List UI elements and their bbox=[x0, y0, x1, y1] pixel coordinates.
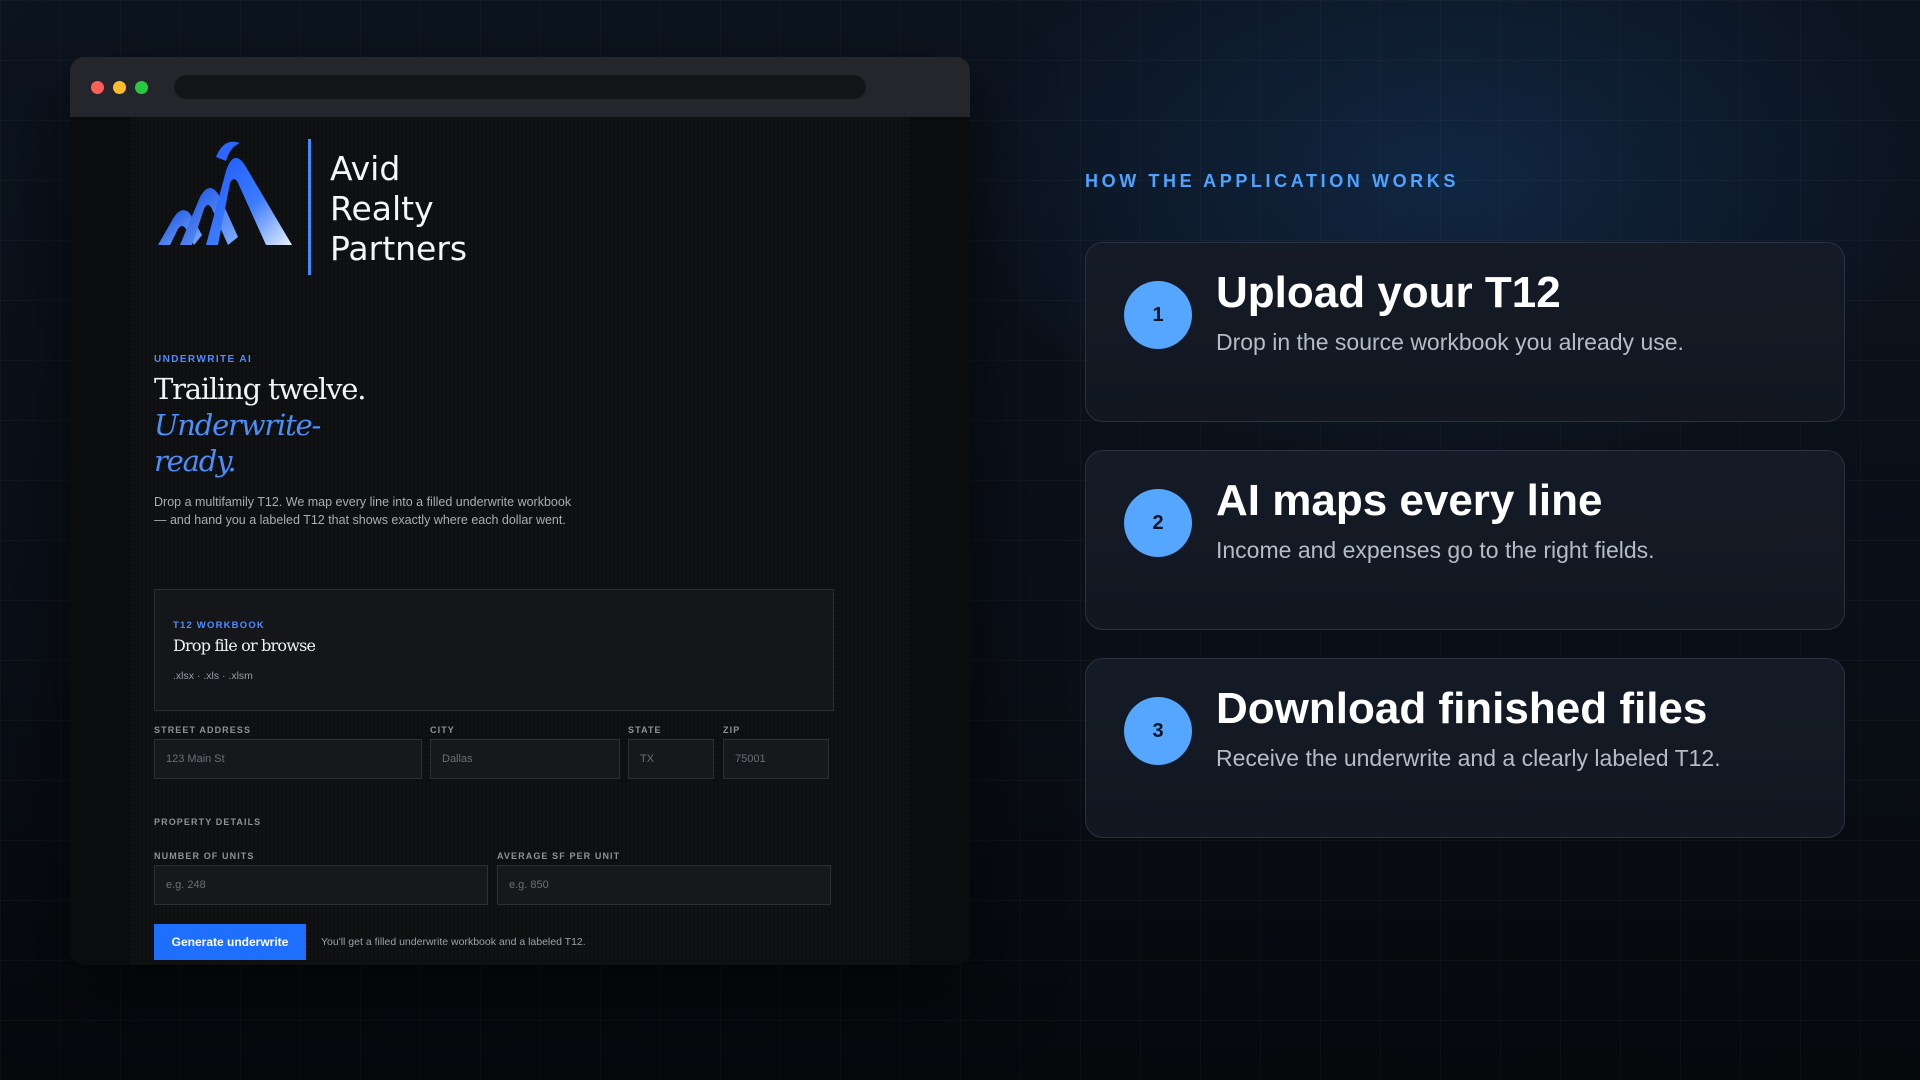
zip-input[interactable] bbox=[723, 739, 829, 779]
step-title: Download finished files bbox=[1216, 684, 1708, 733]
street-address-input[interactable] bbox=[154, 739, 422, 779]
hero-headline: Trailing twelve. Underwrite- ready. bbox=[154, 371, 366, 479]
step-title: Upload your T12 bbox=[1216, 268, 1561, 317]
address-bar[interactable] bbox=[174, 75, 866, 99]
brand-logo[interactable]: Avid Realty Partners bbox=[154, 137, 514, 277]
headline-accent-line: Underwrite- bbox=[154, 408, 321, 442]
logo-divider bbox=[308, 139, 311, 275]
city-label: CITY bbox=[430, 725, 455, 735]
stacked-chevron-logo-icon bbox=[158, 141, 292, 245]
step-number-badge: 3 bbox=[1124, 697, 1192, 765]
street-address-label: STREET ADDRESS bbox=[154, 725, 252, 735]
dropzone-title: Drop file or browse bbox=[173, 636, 316, 655]
brand-name-line: Realty bbox=[330, 189, 434, 228]
step-card: 2 AI maps every line Income and expenses… bbox=[1085, 450, 1845, 630]
brand-name: Avid Realty Partners bbox=[330, 149, 467, 269]
headline-line: Trailing twelve. bbox=[154, 372, 366, 406]
how-it-works-title: HOW THE APPLICATION WORKS bbox=[1085, 171, 1459, 191]
property-details-label: PROPERTY DETAILS bbox=[154, 817, 262, 827]
average-sf-input[interactable] bbox=[497, 865, 831, 905]
number-of-units-input[interactable] bbox=[154, 865, 488, 905]
dropzone-label: T12 WORKBOOK bbox=[173, 620, 265, 631]
headline-accent-line: ready. bbox=[154, 444, 237, 478]
close-window-button[interactable] bbox=[91, 81, 104, 94]
number-of-units-label: NUMBER OF UNITS bbox=[154, 851, 255, 861]
browser-viewport: Avid Realty Partners UNDERWRITE AI Trail… bbox=[70, 117, 970, 965]
app-page: Avid Realty Partners UNDERWRITE AI Trail… bbox=[130, 117, 910, 965]
browser-window: Avid Realty Partners UNDERWRITE AI Trail… bbox=[70, 57, 970, 965]
step-number-badge: 1 bbox=[1124, 281, 1192, 349]
zip-label: ZIP bbox=[723, 725, 741, 735]
step-description: Receive the underwrite and a clearly lab… bbox=[1216, 745, 1721, 771]
step-number-badge: 2 bbox=[1124, 489, 1192, 557]
step-title: AI maps every line bbox=[1216, 476, 1603, 525]
state-label: STATE bbox=[628, 725, 662, 735]
step-card: 1 Upload your T12 Drop in the source wor… bbox=[1085, 242, 1845, 422]
state-input[interactable] bbox=[628, 739, 714, 779]
browser-titlebar bbox=[70, 57, 970, 117]
brand-name-line: Avid bbox=[330, 149, 401, 188]
brand-name-line: Partners bbox=[330, 229, 468, 268]
step-card: 3 Download finished files Receive the un… bbox=[1085, 658, 1845, 838]
city-input[interactable] bbox=[430, 739, 620, 779]
maximize-window-button[interactable] bbox=[135, 81, 148, 94]
step-description: Income and expenses go to the right fiel… bbox=[1216, 537, 1655, 563]
generate-note: You'll get a filled underwrite workbook … bbox=[321, 936, 586, 948]
average-sf-label: AVERAGE SF PER UNIT bbox=[497, 851, 621, 861]
hero-description: Drop a multifamily T12. We map every lin… bbox=[154, 495, 572, 527]
step-description: Drop in the source workbook you already … bbox=[1216, 329, 1684, 355]
hero-eyebrow: UNDERWRITE AI bbox=[154, 354, 253, 365]
generate-underwrite-button[interactable]: Generate underwrite bbox=[154, 924, 306, 960]
t12-file-dropzone[interactable]: T12 WORKBOOK Drop file or browse .xlsx ·… bbox=[154, 589, 834, 711]
dropzone-formats: .xlsx · .xls · .xlsm bbox=[173, 670, 253, 682]
minimize-window-button[interactable] bbox=[113, 81, 126, 94]
